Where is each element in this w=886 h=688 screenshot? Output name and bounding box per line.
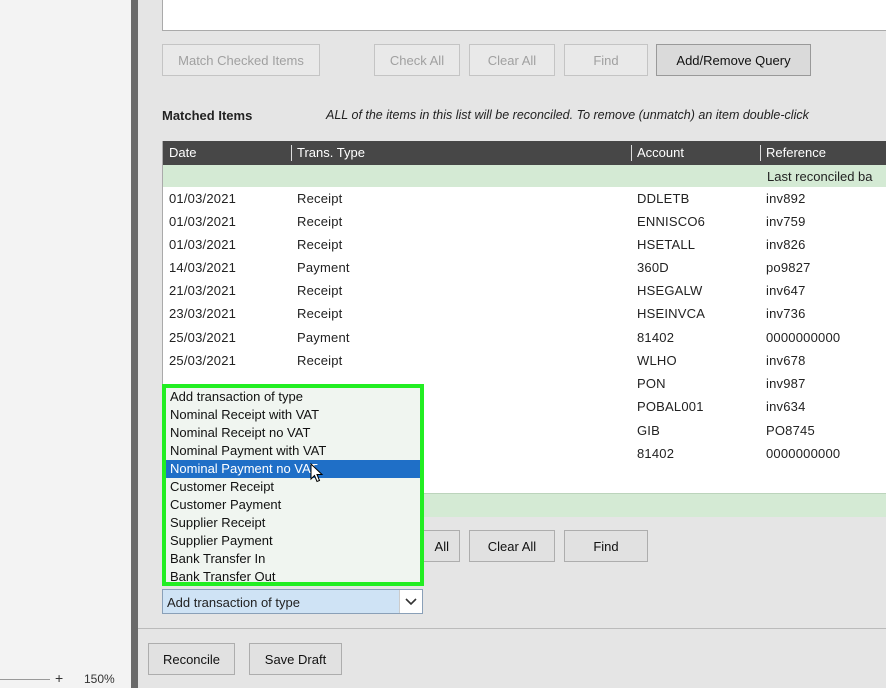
- row-account: 360D: [637, 260, 669, 275]
- row-type: Receipt: [297, 306, 343, 321]
- row-account: PON: [637, 376, 666, 391]
- row-reference: inv759: [766, 214, 806, 229]
- row-reference: inv987: [766, 376, 806, 391]
- dropdown-option[interactable]: Supplier Receipt: [166, 514, 420, 532]
- dropdown-option[interactable]: Bank Transfer Out: [166, 568, 420, 586]
- row-account: HSEINVCA: [637, 306, 706, 321]
- column-divider[interactable]: [631, 145, 632, 161]
- dropdown-option[interactable]: Nominal Receipt with VAT: [166, 406, 420, 424]
- reconcile-button[interactable]: Reconcile: [148, 643, 235, 675]
- dropdown-option[interactable]: Nominal Payment with VAT: [166, 442, 420, 460]
- row-date: 25/03/2021: [169, 330, 237, 345]
- combo-dropdown-button[interactable]: [399, 590, 422, 613]
- column-trans-type[interactable]: Trans. Type: [297, 145, 365, 160]
- row-type: Payment: [297, 260, 350, 275]
- table-row[interactable]: 25/03/2021 Payment 81402 0000000000: [163, 327, 886, 350]
- column-date[interactable]: Date: [169, 145, 196, 160]
- row-account: WLHO: [637, 353, 677, 368]
- row-reference: inv826: [766, 237, 806, 252]
- row-date: 01/03/2021: [169, 237, 237, 252]
- row-date: 23/03/2021: [169, 306, 237, 321]
- row-account: HSEGALW: [637, 283, 703, 298]
- column-account[interactable]: Account: [637, 145, 684, 160]
- grid-header: Date Trans. Type Account Reference: [163, 141, 886, 165]
- combo-value: Add transaction of type: [167, 595, 300, 610]
- zoom-level: 150%: [84, 672, 115, 686]
- row-type: Payment: [297, 330, 350, 345]
- last-reconciled-label: Last reconciled ba: [767, 169, 873, 184]
- unmatched-list-box: [162, 0, 886, 31]
- find-button[interactable]: Find: [564, 44, 648, 76]
- matched-items-title: Matched Items: [162, 108, 253, 123]
- zoom-in-button[interactable]: +: [55, 670, 63, 686]
- row-type: Receipt: [297, 237, 343, 252]
- row-date: 01/03/2021: [169, 191, 237, 206]
- dropdown-option[interactable]: Customer Payment: [166, 496, 420, 514]
- row-type: Receipt: [297, 353, 343, 368]
- column-reference[interactable]: Reference: [766, 145, 826, 160]
- last-reconciled-row: Last reconciled ba: [163, 165, 886, 187]
- row-reference: 0000000000: [766, 330, 841, 345]
- table-row[interactable]: 23/03/2021 Receipt HSEINVCA inv736: [163, 303, 886, 326]
- zoom-slider[interactable]: [0, 679, 50, 680]
- row-account: POBAL001: [637, 399, 704, 414]
- check-all-button[interactable]: Check All: [374, 44, 460, 76]
- row-type: Receipt: [297, 214, 343, 229]
- row-type: Receipt: [297, 283, 343, 298]
- row-reference: inv634: [766, 399, 806, 414]
- column-divider[interactable]: [291, 145, 292, 161]
- row-account: 81402: [637, 330, 675, 345]
- row-account: GIB: [637, 423, 660, 438]
- table-row[interactable]: 01/03/2021 Receipt ENNISCO6 inv759: [163, 211, 886, 234]
- row-account: HSETALL: [637, 237, 696, 252]
- footer-divider: [138, 628, 886, 629]
- row-reference: po9827: [766, 260, 811, 275]
- row-date: 25/03/2021: [169, 353, 237, 368]
- mouse-pointer-icon: [310, 463, 324, 483]
- find-button-lower[interactable]: Find: [564, 530, 648, 562]
- row-reference: inv736: [766, 306, 806, 321]
- left-pane: + 150%: [0, 0, 131, 688]
- row-account: DDLETB: [637, 191, 690, 206]
- dropdown-option[interactable]: Supplier Payment: [166, 532, 420, 550]
- pane-divider[interactable]: [131, 0, 138, 688]
- dropdown-option[interactable]: Add transaction of type: [166, 388, 420, 406]
- chevron-down-icon: [405, 597, 417, 605]
- column-divider[interactable]: [760, 145, 761, 161]
- add-transaction-dropdown-list[interactable]: Add transaction of type Nominal Receipt …: [162, 384, 424, 586]
- dropdown-option[interactable]: Nominal Receipt no VAT: [166, 424, 420, 442]
- table-row[interactable]: 25/03/2021 Receipt WLHO inv678: [163, 350, 886, 373]
- row-date: 01/03/2021: [169, 214, 237, 229]
- dropdown-option-selected[interactable]: Nominal Payment no VAT: [166, 460, 420, 478]
- row-reference: inv892: [766, 191, 806, 206]
- clear-all-button[interactable]: Clear All: [469, 44, 555, 76]
- table-row[interactable]: 21/03/2021 Receipt HSEGALW inv647: [163, 280, 886, 303]
- row-reference: inv647: [766, 283, 806, 298]
- zoom-bar: + 150%: [0, 668, 131, 688]
- row-reference: 0000000000: [766, 446, 841, 461]
- match-checked-items-button[interactable]: Match Checked Items: [162, 44, 320, 76]
- row-type: Receipt: [297, 191, 343, 206]
- row-account: 81402: [637, 446, 675, 461]
- table-row[interactable]: 01/03/2021 Receipt DDLETB inv892: [163, 188, 886, 211]
- save-draft-button[interactable]: Save Draft: [249, 643, 342, 675]
- row-date: 14/03/2021: [169, 260, 237, 275]
- dropdown-option[interactable]: Bank Transfer In: [166, 550, 420, 568]
- table-row[interactable]: 14/03/2021 Payment 360D po9827: [163, 257, 886, 280]
- row-account: ENNISCO6: [637, 214, 706, 229]
- row-date: 21/03/2021: [169, 283, 237, 298]
- bank-reconcile-main: Match Checked Items Check All Clear All …: [138, 0, 886, 688]
- row-reference: PO8745: [766, 423, 815, 438]
- matched-items-note: ALL of the items in this list will be re…: [326, 108, 809, 122]
- dropdown-option[interactable]: Customer Receipt: [166, 478, 420, 496]
- table-row[interactable]: 01/03/2021 Receipt HSETALL inv826: [163, 234, 886, 257]
- clear-all-button-lower[interactable]: Clear All: [469, 530, 555, 562]
- row-reference: inv678: [766, 353, 806, 368]
- add-transaction-combo[interactable]: Add transaction of type: [162, 589, 423, 614]
- add-remove-query-button[interactable]: Add/Remove Query: [656, 44, 811, 76]
